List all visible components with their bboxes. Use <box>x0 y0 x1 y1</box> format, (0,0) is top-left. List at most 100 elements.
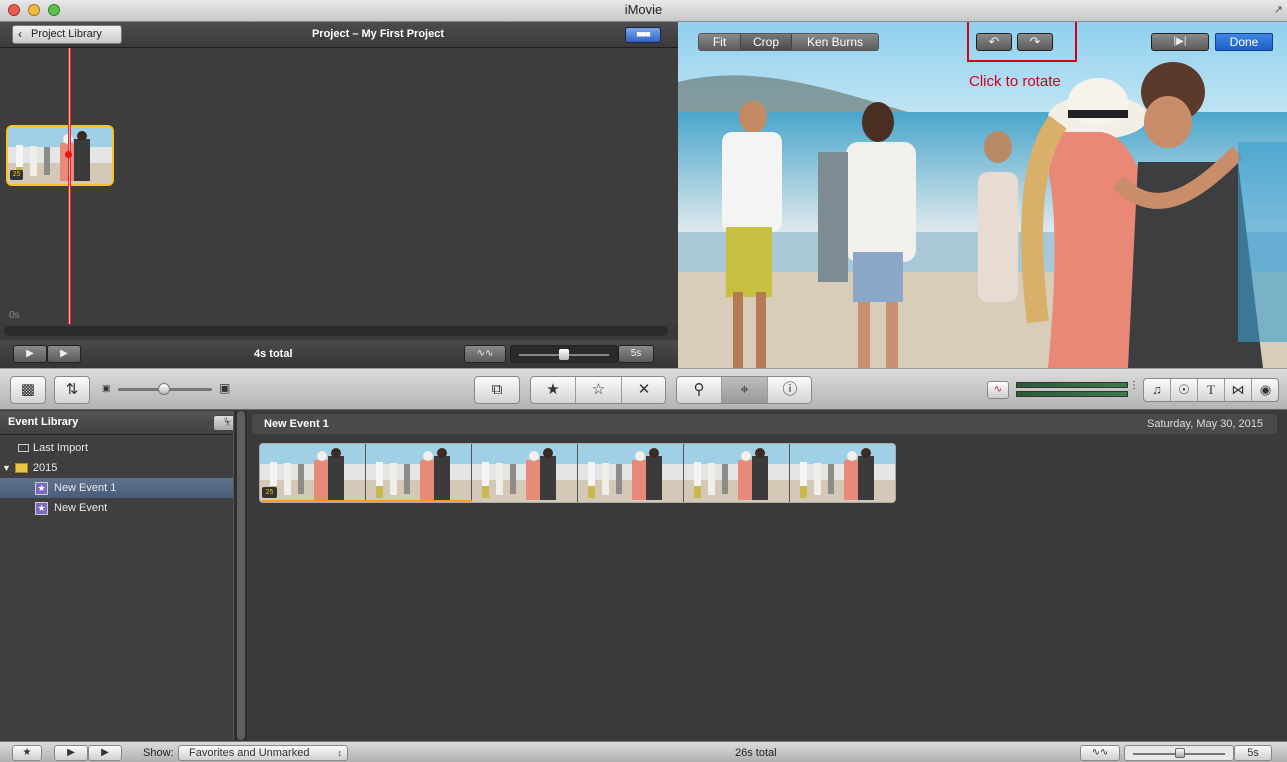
audio-waveform-button[interactable]: ∿∿ <box>464 345 506 363</box>
import-camera-button[interactable]: ▩ <box>10 376 46 404</box>
music-note-icon: ♫ <box>1152 382 1162 397</box>
project-zoom-value: 5s <box>618 345 654 363</box>
play-icon: ▶ <box>67 747 75 758</box>
play-project-button[interactable]: ▶ <box>13 345 47 363</box>
play-fullscreen-icon: ▶ <box>101 747 109 758</box>
event-total-duration: 26s total <box>735 747 777 759</box>
favorite-button[interactable]: ★ <box>531 377 576 403</box>
library-item-label: New Event 1 <box>54 482 117 494</box>
project-library-button[interactable]: ‹ Project Library <box>12 25 122 44</box>
empty-star-icon: ☆ <box>591 381 606 398</box>
event-audio-waveform-button[interactable]: ∿∿ <box>1080 745 1120 761</box>
transition-icon: ⋈ <box>1231 382 1245 397</box>
close-window-button[interactable] <box>8 4 20 16</box>
playhead[interactable] <box>68 48 71 324</box>
play-fullscreen-button[interactable]: ▶ <box>47 345 81 363</box>
minimize-window-button[interactable] <box>28 4 40 16</box>
project-header: ‹ Project Library Project – My First Pro… <box>0 22 678 48</box>
event-library-scrollbar[interactable] <box>233 411 247 740</box>
calendar-icon <box>14 463 28 474</box>
waveform-icon: ∿∿ <box>476 348 494 359</box>
reject-button[interactable]: ✕ <box>622 377 666 403</box>
microphone-icon: ⚲ <box>693 381 705 398</box>
project-zoom-slider[interactable] <box>510 345 618 363</box>
viewer[interactable]: Fit Crop Ken Burns ↶ ↷ Click to rotate |… <box>678 22 1287 368</box>
play-between-icon: |▶| <box>1173 36 1187 47</box>
play-event-button[interactable]: ▶ <box>54 745 88 761</box>
audio-level-meter-right <box>1016 391 1128 397</box>
unmark-button[interactable]: ☆ <box>576 377 622 403</box>
window-title: iMovie <box>624 2 663 17</box>
browser-segmented-control: ♫ ☉ T ⋈ ◉ <box>1143 378 1279 402</box>
rotate-left-button[interactable]: ↶ <box>976 33 1012 51</box>
rotate-right-button[interactable]: ↷ <box>1017 33 1053 51</box>
music-browser-button[interactable]: ♫ <box>1144 379 1171 401</box>
swap-arrows-icon: ⇅ <box>65 381 79 398</box>
hard-drive-icon: ⏧ <box>224 417 232 428</box>
add-to-project-button[interactable]: ⧉ <box>474 376 520 404</box>
swap-events-projects-button[interactable]: ⇅ <box>54 376 90 404</box>
ken-burns-tab[interactable]: Ken Burns <box>792 34 878 50</box>
photo-browser-button[interactable]: ☉ <box>1171 379 1198 401</box>
event-date: Saturday, May 30, 2015 <box>1147 418 1263 430</box>
zoom-window-button[interactable] <box>48 4 60 16</box>
crop-tab[interactable]: Crop <box>741 34 792 50</box>
library-item-label: Last Import <box>33 442 89 454</box>
waveform-icon: ∿∿ <box>1091 747 1109 758</box>
event-star-icon: ★ <box>35 501 48 515</box>
playhead-marker-icon <box>65 151 72 158</box>
event-header: New Event 1 Saturday, May 30, 2015 <box>252 414 1277 434</box>
play-icon: ▶ <box>26 348 34 359</box>
project-clip[interactable]: 25 <box>6 125 114 186</box>
crop-button[interactable]: ⌖ <box>722 377 768 403</box>
library-item-last-import[interactable]: Last Import <box>0 438 233 458</box>
event-zoom-thumb[interactable] <box>1175 748 1185 758</box>
disclosure-triangle-icon[interactable]: ▼ <box>2 463 11 473</box>
transitions-browser-button[interactable]: ⋈ <box>1225 379 1252 401</box>
bottom-bar: ★ ▶ ▶ Show: Favorites and Unmarked ↕ 26s… <box>0 741 1287 762</box>
maps-browser-button[interactable]: ◉ <box>1252 379 1279 401</box>
title-bar: iMovie ↗ <box>0 0 1287 22</box>
project-library-label: Project Library <box>31 28 102 40</box>
project-clip-thumbnail <box>8 127 112 184</box>
library-item-label: 2015 <box>32 462 58 474</box>
event-filmstrip[interactable]: 25 <box>259 443 896 503</box>
zoom-slider-thumb[interactable] <box>559 349 569 360</box>
fit-tab[interactable]: Fit <box>699 34 741 50</box>
play-event-fullscreen-button[interactable]: ▶ <box>88 745 122 761</box>
thumbnail-view-button[interactable]: ■■■ <box>625 27 661 43</box>
play-fullscreen-icon: ▶ <box>60 348 68 359</box>
crop-icon: ⌖ <box>740 381 749 398</box>
project-horizontal-scrollbar[interactable] <box>4 326 668 336</box>
done-button[interactable]: Done <box>1215 33 1273 51</box>
tools-segmented-control: ⚲ ⌖ ⓘ <box>676 376 812 404</box>
star-plus-icon: ★ <box>22 747 32 758</box>
x-icon: ✕ <box>637 381 651 398</box>
add-selection-icon: ⧉ <box>491 381 503 398</box>
library-item-new-event-1[interactable]: ★ New Event 1 <box>0 478 233 498</box>
filmstrip-view-icon: ■■■ <box>636 29 650 39</box>
thumbnail-size-slider[interactable] <box>118 383 212 395</box>
chevron-left-icon: ‹ <box>18 27 22 41</box>
thumbnail-slider-thumb[interactable] <box>158 383 170 395</box>
inspector-button[interactable]: ⓘ <box>768 377 812 403</box>
globe-icon: ◉ <box>1259 382 1272 397</box>
clip-duration-badge: 25 <box>262 487 277 498</box>
voiceover-button[interactable]: ⚲ <box>677 377 722 403</box>
library-item-label: New Event <box>54 502 108 514</box>
library-item-2015[interactable]: ▼ 2015 <box>0 458 233 478</box>
library-item-new-event[interactable]: ★ New Event <box>0 498 233 518</box>
titles-browser-button[interactable]: T <box>1198 379 1225 401</box>
new-event-button[interactable]: ★ <box>12 745 42 761</box>
main-toolbar: ▩ ⇅ ▣ ▣ ⧉ ★ ☆ ✕ ⚲ ⌖ ⓘ ∿ ⋮ ♫ ☉ T ⋈ ◉ <box>0 368 1287 410</box>
film-icon <box>18 444 29 453</box>
audio-meter-button[interactable]: ∿ <box>987 381 1009 399</box>
play-crop-preview-button[interactable]: |▶| <box>1151 33 1209 51</box>
fullscreen-icon[interactable]: ↗ <box>1274 0 1283 20</box>
event-zoom-slider[interactable] <box>1124 745 1234 761</box>
project-browser[interactable]: 25 0s <box>0 48 678 324</box>
clip-duration-badge: 25 <box>10 170 23 180</box>
show-filter-select[interactable]: Favorites and Unmarked ↕ <box>178 745 348 761</box>
audio-waveform-icon: ∿ <box>993 384 1003 395</box>
rotate-right-icon: ↷ <box>1029 34 1041 49</box>
